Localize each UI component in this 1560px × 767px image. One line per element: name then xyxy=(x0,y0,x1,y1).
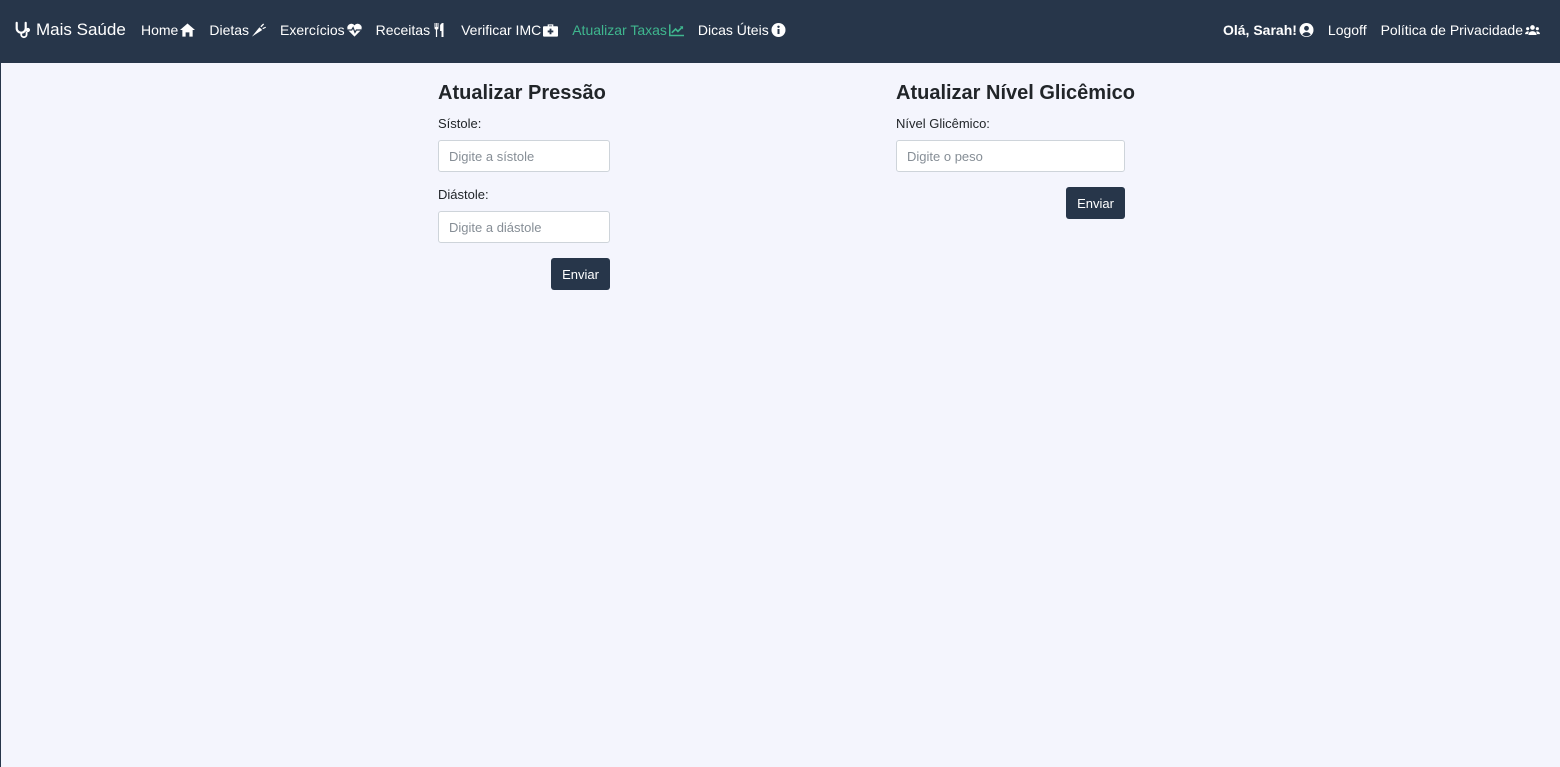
nav-exercicios[interactable]: Exercícios xyxy=(280,22,362,38)
pressure-submit-button[interactable]: Enviar xyxy=(551,258,610,290)
glycemic-title: Atualizar Nível Glicêmico xyxy=(896,82,1135,104)
nav-dietas[interactable]: Dietas xyxy=(209,22,267,38)
systole-input[interactable] xyxy=(438,140,610,172)
heartbeat-icon xyxy=(346,23,362,37)
medical-kit-icon xyxy=(543,24,559,37)
nav-verificar-imc[interactable]: Verificar IMC xyxy=(461,22,559,38)
users-icon xyxy=(1525,25,1540,35)
systole-label: Sístole: xyxy=(438,116,482,131)
pressure-title: Atualizar Pressão xyxy=(438,82,606,104)
nav-dicas-uteis-label: Dicas Úteis xyxy=(697,22,769,38)
diastole-label: Diástole: xyxy=(438,187,489,202)
privacy-policy-link[interactable]: Política de Privacidade xyxy=(1381,22,1540,38)
glycemic-form: Atualizar Nível Glicêmico Nível Glicêmic… xyxy=(896,82,1135,219)
home-icon xyxy=(180,23,196,37)
nav-atualizar-taxas[interactable]: Atualizar Taxas xyxy=(572,22,684,38)
brand-name: Mais Saúde xyxy=(36,20,126,39)
pressure-form: Atualizar Pressão Sístole: Diástole: Env… xyxy=(438,82,610,290)
user-greeting-label: Olá, Sarah! xyxy=(1222,22,1297,38)
nav-exercicios-label: Exercícios xyxy=(280,22,345,38)
top-navbar: Mais Saúde Home Dietas Exercícios Receit… xyxy=(0,0,1560,63)
logoff-label: Logoff xyxy=(1327,22,1367,38)
user-nav: Olá, Sarah! Logoff Política de Privacida… xyxy=(1223,22,1540,38)
brand-link[interactable]: Mais Saúde xyxy=(14,20,126,40)
nav-dietas-label: Dietas xyxy=(209,22,250,38)
privacy-policy-label: Política de Privacidade xyxy=(1380,22,1523,38)
nav-receitas[interactable]: Receitas xyxy=(376,22,447,38)
nav-home[interactable]: Home xyxy=(141,22,196,38)
logoff-link[interactable]: Logoff xyxy=(1328,22,1367,38)
diastole-input[interactable] xyxy=(438,211,610,243)
page-left-border xyxy=(0,63,1,767)
user-greeting[interactable]: Olá, Sarah! xyxy=(1223,22,1314,38)
nav-verificar-imc-label: Verificar IMC xyxy=(461,22,542,38)
nav-dicas-uteis[interactable]: Dicas Úteis xyxy=(698,22,786,38)
glycemic-level-label: Nível Glicêmico: xyxy=(896,116,990,131)
carrot-icon xyxy=(251,23,267,37)
glycemic-submit-row: Enviar xyxy=(896,187,1125,219)
nav-atualizar-taxas-label: Atualizar Taxas xyxy=(572,22,667,38)
stethoscope-icon xyxy=(15,21,31,39)
nav-receitas-label: Receitas xyxy=(375,22,431,38)
pressure-submit-row: Enviar xyxy=(438,258,610,290)
glycemic-submit-button[interactable]: Enviar xyxy=(1066,187,1125,219)
user-circle-icon xyxy=(1299,23,1314,37)
nav-home-label: Home xyxy=(141,22,179,38)
glycemic-level-input[interactable] xyxy=(896,140,1125,172)
chart-line-icon xyxy=(668,24,684,37)
utensils-icon xyxy=(434,23,444,37)
info-circle-icon xyxy=(771,23,786,37)
main-nav: Home Dietas Exercícios Receitas Verifica… xyxy=(141,22,786,38)
